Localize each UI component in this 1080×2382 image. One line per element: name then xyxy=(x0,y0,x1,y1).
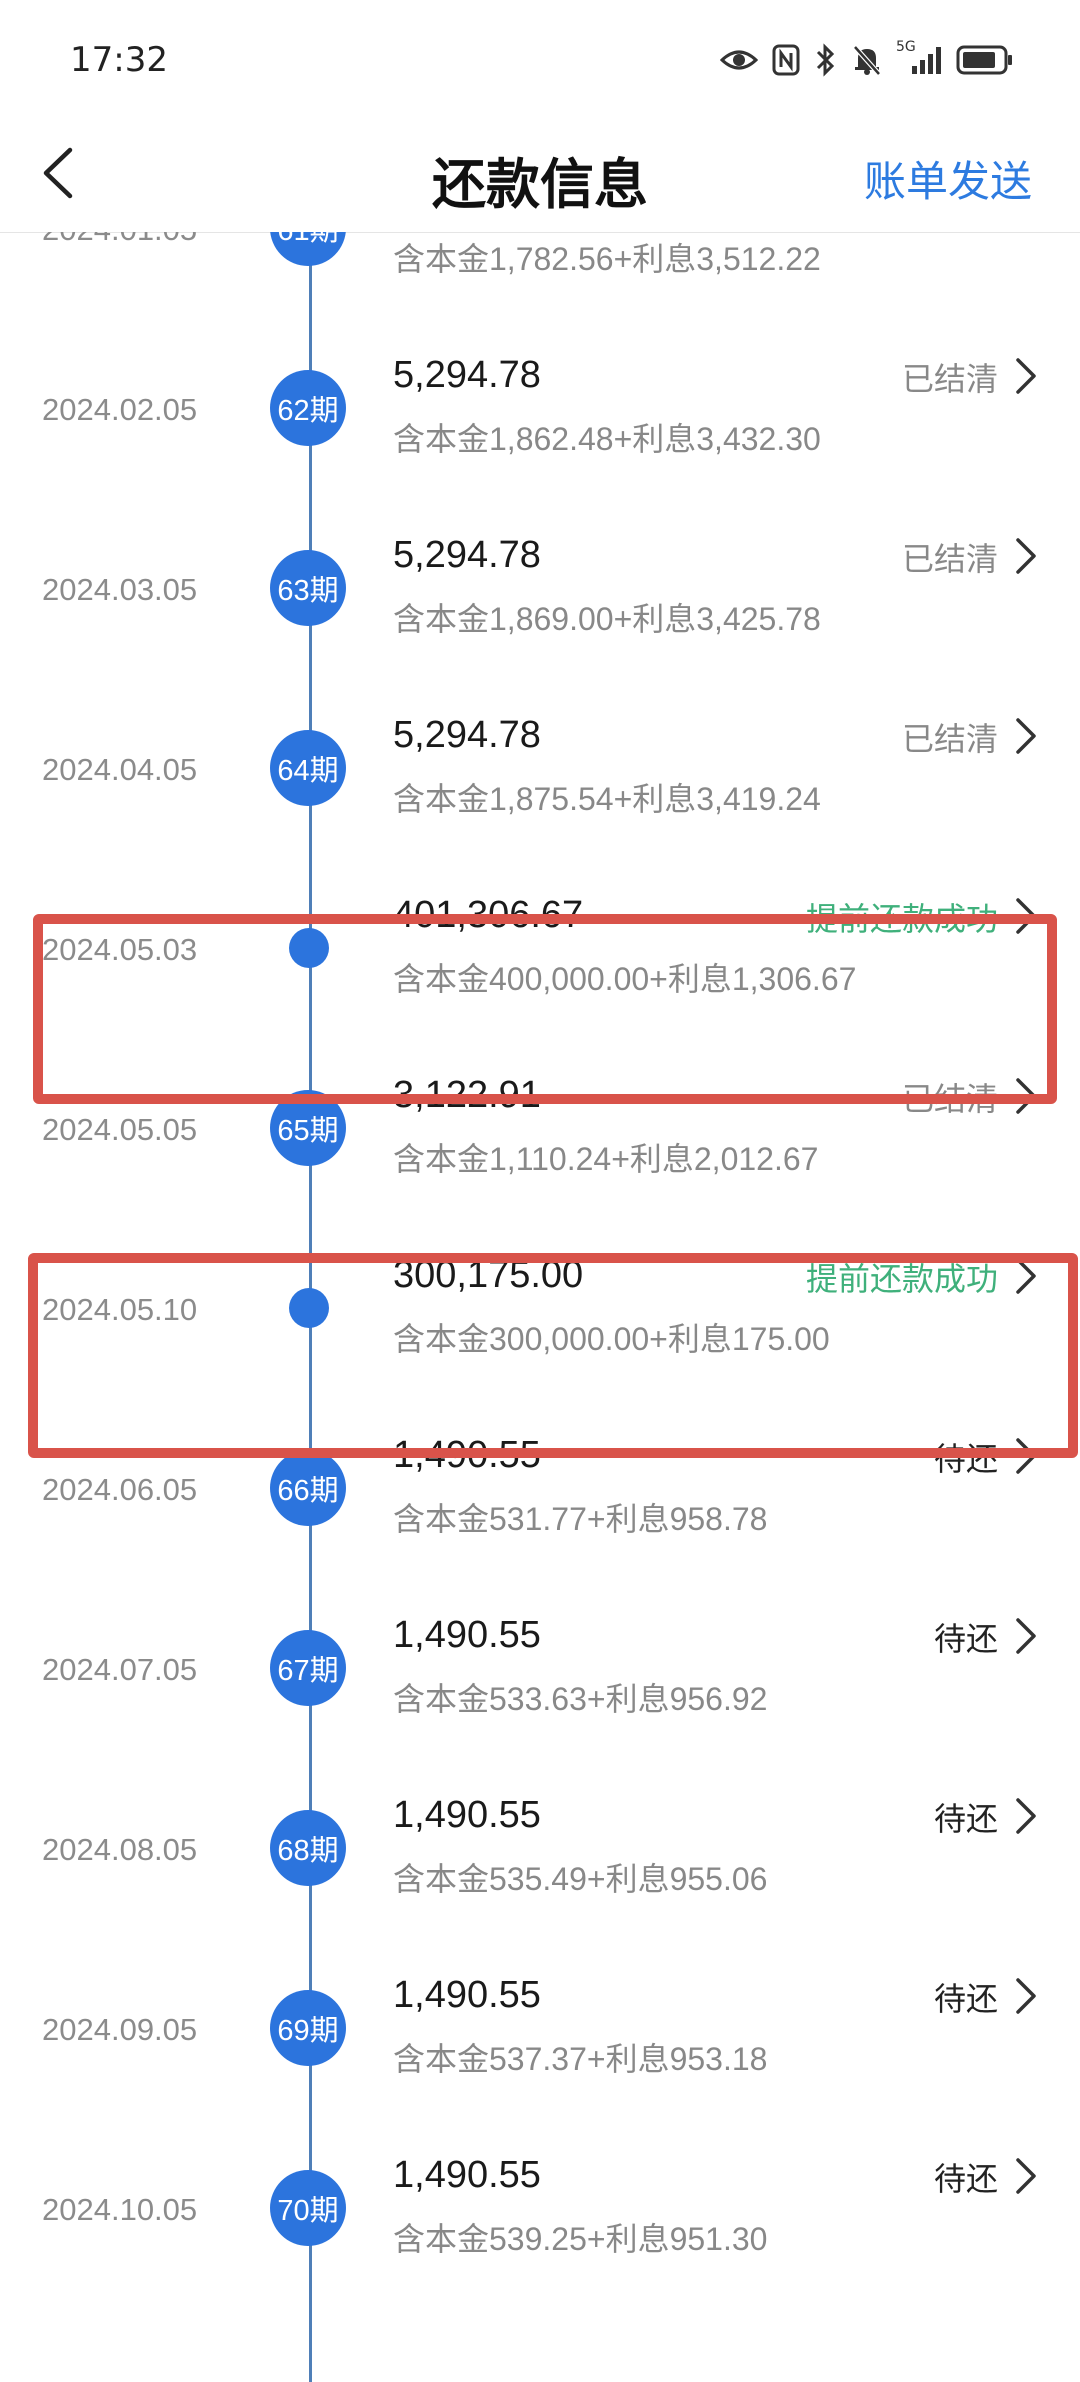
period-badge: 67期 xyxy=(270,1630,346,1706)
installment-date: 2024.06.05 xyxy=(42,1472,198,1507)
installment-status: 提前还款成功 xyxy=(805,900,998,938)
chevron-right-icon xyxy=(1016,538,1036,574)
installment-detail: 含本金1,862.48+利息3,432.30 xyxy=(393,421,821,457)
nav-bar: 还款信息 账单发送 xyxy=(0,120,1080,233)
installment-row[interactable]: 2024.05.10 300,175.00 含本金300,000.00+利息175.… xyxy=(0,1212,1080,1392)
status-bar: 17:32 5G xyxy=(0,0,1080,120)
installment-date: 2024.03.05 xyxy=(42,572,198,607)
installment-date: 2024.05.10 xyxy=(42,1292,198,1327)
network-type-label: 5G xyxy=(896,39,916,55)
eye-icon xyxy=(720,47,758,73)
installment-detail: 含本金537.37+利息953.18 xyxy=(393,2041,768,2077)
installment-amount: 1,490.55 xyxy=(393,1794,541,1836)
period-badge: 63期 xyxy=(270,550,346,626)
installment-date: 2024.01.05 xyxy=(42,232,282,248)
installment-row[interactable]: 2024.08.05 68期 1,490.55 含本金535.49+利息955.06 待… xyxy=(0,1752,1080,1932)
installment-status: 已结清 xyxy=(901,720,998,758)
installment-detail: 含本金300,000.00+利息175.00 xyxy=(393,1321,830,1357)
installment-date: 2024.02.05 xyxy=(42,392,198,427)
installment-detail: 含本金400,000.00+利息1,306.67 xyxy=(393,961,857,997)
installment-amount: 1,490.55 xyxy=(393,1974,541,2016)
period-badge: 70期 xyxy=(270,2170,346,2246)
chevron-right-icon xyxy=(1016,1438,1036,1474)
signal-icon: 5G xyxy=(896,40,942,76)
installment-amount: 1,490.55 xyxy=(393,1614,541,1656)
installment-detail: 含本金1,875.54+利息3,419.24 xyxy=(393,781,821,817)
installment-detail: 含本金1,110.24+利息2,012.67 xyxy=(393,1141,819,1177)
installment-row[interactable]: 2024.07.05 67期 1,490.55 含本金533.63+利息956.92 待… xyxy=(0,1572,1080,1752)
period-badge: 65期 xyxy=(270,1090,346,1166)
installment-amount: 5,294.78 xyxy=(393,714,541,756)
chevron-right-icon xyxy=(1016,1258,1036,1294)
repayment-timeline: 2024.01.0561期 5,294.78 含本金1,782.56+利息3,512… xyxy=(0,232,1080,2382)
installment-date: 2024.04.05 xyxy=(42,752,198,787)
installment-amount: 5,294.78 xyxy=(393,354,541,396)
installment-detail: 含本金535.49+利息955.06 xyxy=(393,1861,768,1897)
installment-row[interactable]: 2024.01.0561期5,294.78含本金1,782.56+利息3,512… xyxy=(0,232,1080,312)
status-time: 17:32 xyxy=(70,40,168,80)
installment-amount: 1,490.55 xyxy=(393,1434,541,1476)
installment-date: 2024.09.05 xyxy=(42,2012,198,2047)
nfc-icon xyxy=(772,44,800,76)
prepayment-dot xyxy=(289,1288,329,1328)
installment-row[interactable]: 2024.05.05 65期 3,122.91 含本金1,110.24+利息2,012… xyxy=(0,1032,1080,1212)
send-bill-button[interactable]: 账单发送 xyxy=(864,148,1032,209)
installment-status: 待还 xyxy=(933,1980,998,2018)
chevron-right-icon xyxy=(1016,1618,1036,1654)
period-badge: 68期 xyxy=(270,1810,346,1886)
installment-detail: 含本金533.63+利息956.92 xyxy=(393,1681,768,1717)
period-badge: 64期 xyxy=(270,730,346,806)
chevron-right-icon xyxy=(1016,1978,1036,2014)
chevron-right-icon xyxy=(1016,358,1036,394)
period-badge: 61期 xyxy=(270,232,346,266)
installment-status: 待还 xyxy=(933,2160,998,2198)
chevron-right-icon xyxy=(1016,2158,1036,2194)
installment-status: 待还 xyxy=(933,1800,998,1838)
installment-detail: 含本金1,869.00+利息3,425.78 xyxy=(393,601,821,637)
prepayment-dot xyxy=(289,928,329,968)
installment-row[interactable]: 2024.05.03 401,306.67 含本金400,000.00+利息1,30… xyxy=(0,852,1080,1032)
chevron-right-icon xyxy=(1016,898,1036,934)
installment-amount: 5,294.78 xyxy=(393,534,541,576)
installment-row[interactable]: 2024.09.05 69期 1,490.55 含本金537.37+利息953.18 待… xyxy=(0,1932,1080,2112)
installment-row[interactable]: 2024.06.05 66期 1,490.55 含本金531.77+利息958.78 待… xyxy=(0,1392,1080,1572)
installment-amount: 300,175.00 xyxy=(393,1254,584,1296)
installment-row[interactable]: 2024.04.05 64期 5,294.78 含本金1,875.54+利息3,419… xyxy=(0,672,1080,852)
bluetooth-icon xyxy=(814,43,838,77)
installment-amount: 1,490.55 xyxy=(393,2154,541,2196)
installment-detail: 含本金539.25+利息951.30 xyxy=(393,2221,768,2257)
installment-date: 2024.05.05 xyxy=(42,1112,198,1147)
installment-date: 2024.08.05 xyxy=(42,1832,198,1867)
installment-status: 待还 xyxy=(933,1620,998,1658)
mute-bell-icon xyxy=(852,44,882,76)
period-badge: 66期 xyxy=(270,1450,346,1526)
installment-row[interactable]: 2024.03.05 63期 5,294.78 含本金1,869.00+利息3,425… xyxy=(0,492,1080,672)
chevron-right-icon xyxy=(1016,1078,1036,1114)
installment-status: 待还 xyxy=(933,1440,998,1478)
installment-date: 2024.05.03 xyxy=(42,932,198,967)
installment-row[interactable]: 2024.02.05 62期 5,294.78 含本金1,862.48+利息3,432… xyxy=(0,312,1080,492)
installment-date: 2024.07.05 xyxy=(42,1652,198,1687)
installment-status: 提前还款成功 xyxy=(805,1260,998,1298)
installment-date: 2024.10.05 xyxy=(42,2192,198,2227)
installment-row[interactable]: 2024.10.05 70期 1,490.55 含本金539.25+利息951.30 待… xyxy=(0,2112,1080,2292)
period-badge: 69期 xyxy=(270,1990,346,2066)
chevron-right-icon xyxy=(1016,718,1036,754)
status-icons: 5G xyxy=(720,38,1014,82)
installment-status: 已结清 xyxy=(901,360,998,398)
installment-detail: 含本金1,782.56+利息3,512.22 xyxy=(393,241,821,277)
installment-detail: 含本金531.77+利息958.78 xyxy=(393,1501,768,1537)
installment-amount: 3,122.91 xyxy=(393,1074,541,1116)
battery-icon xyxy=(956,45,1014,75)
installment-status: 已结清 xyxy=(901,540,998,578)
period-badge: 62期 xyxy=(270,370,346,446)
installment-amount: 401,306.67 xyxy=(393,894,584,936)
chevron-right-icon xyxy=(1016,1798,1036,1834)
installment-status: 已结清 xyxy=(901,1080,998,1118)
